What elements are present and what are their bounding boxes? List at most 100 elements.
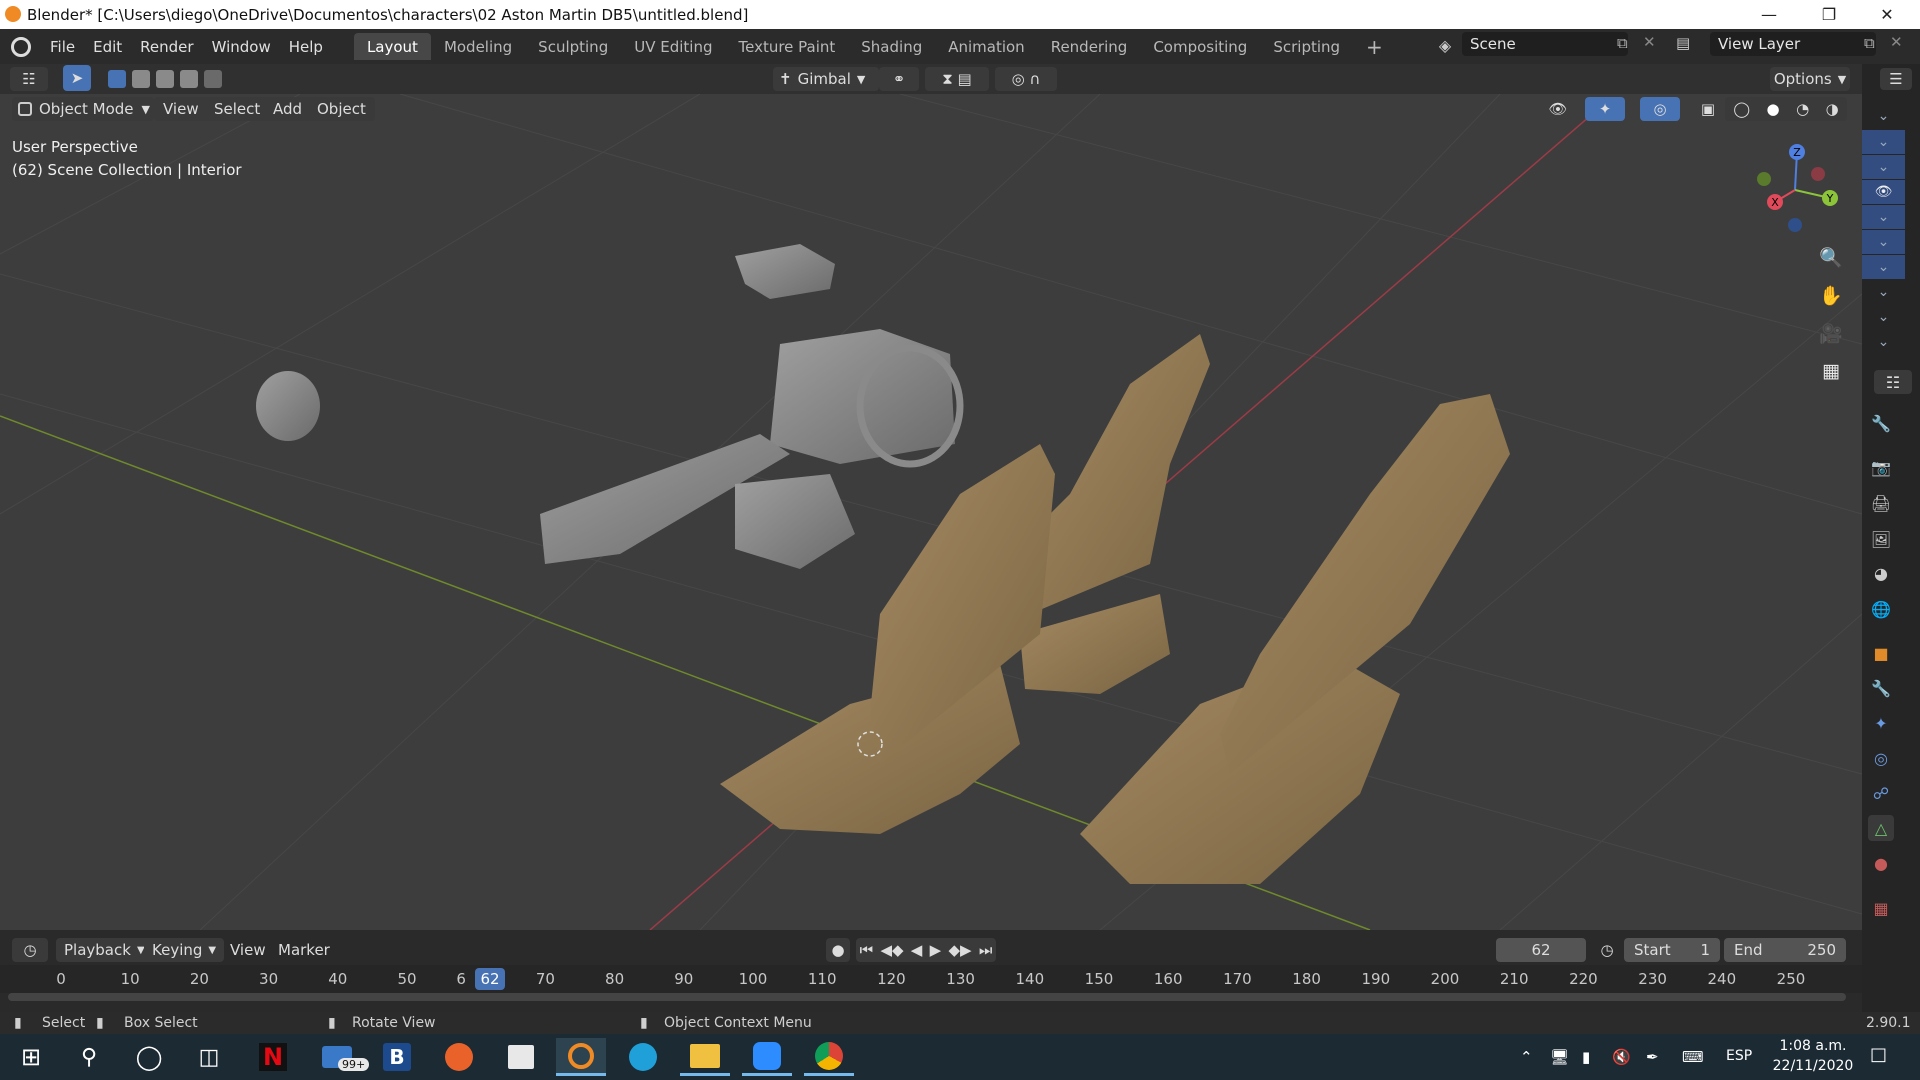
clock[interactable]: 1:08 a.m. 22/11/2020 (1768, 1036, 1858, 1076)
outliner-row[interactable]: ⌄ (1862, 104, 1905, 128)
modifier-properties-icon[interactable]: 🔧 (1868, 675, 1894, 701)
rearview-mirror-object[interactable] (735, 244, 835, 299)
tool-properties-icon[interactable]: 🔧 (1868, 410, 1894, 436)
outliner-row[interactable]: ⌄ (1862, 130, 1905, 154)
pivot-point-icon[interactable]: ⚭ (879, 67, 919, 91)
outliner-row[interactable]: ⌄ (1862, 205, 1905, 229)
menu-render[interactable]: Render (131, 34, 202, 60)
jump-end-icon[interactable]: ⏭ (979, 941, 993, 959)
data-properties-icon[interactable]: △ (1868, 815, 1894, 841)
select-menu[interactable]: Select (205, 97, 270, 121)
transform-orientation-dropdown[interactable]: ✝ Gimbal ▼ (773, 67, 879, 91)
blender-taskbar-icon[interactable] (556, 1038, 606, 1076)
play-icon[interactable]: ▶ (930, 941, 942, 959)
select-subtract-icon[interactable] (156, 70, 174, 88)
object-menu[interactable]: Object (308, 97, 375, 121)
add-menu[interactable]: Add (264, 97, 312, 121)
mirror-object[interactable] (256, 371, 320, 441)
select-new-icon[interactable] (108, 70, 126, 88)
tray-chevron-icon[interactable]: ⌃ (1520, 1048, 1533, 1066)
outliner-filter-icon[interactable]: ☰ (1880, 68, 1912, 90)
current-frame-field[interactable]: 62 (1496, 938, 1586, 962)
tab-shading[interactable]: Shading (848, 33, 935, 60)
timeline-scrollbar[interactable] (8, 993, 1846, 1001)
booking-icon[interactable]: B (372, 1038, 422, 1076)
playback-controls[interactable]: ⏮ ◀◆ ◀ ▶ ◆▶ ⏭ (856, 938, 996, 962)
physics-properties-icon[interactable]: ◎ (1868, 745, 1894, 771)
select-tool-icon[interactable]: ➤ (63, 65, 91, 91)
language-indicator[interactable]: ESP (1726, 1048, 1752, 1064)
volume-muted-icon[interactable]: 🔇 (1612, 1048, 1631, 1066)
ortho-toggle-icon[interactable]: ▦ (1814, 354, 1848, 388)
outliner-row[interactable]: ⌄ (1862, 255, 1905, 279)
timeline-view-menu[interactable]: View (222, 938, 274, 962)
visibility-eye-icon[interactable]: 👁 (1540, 97, 1576, 121)
outliner-row[interactable]: ⌄ (1862, 155, 1905, 179)
store-icon[interactable] (496, 1038, 546, 1076)
zoom-app-icon[interactable] (742, 1038, 792, 1076)
tab-sculpting[interactable]: Sculpting (525, 33, 621, 60)
jump-start-icon[interactable]: ⏮ (860, 941, 874, 959)
tab-uv-editing[interactable]: UV Editing (621, 33, 725, 60)
navigation-gizmo[interactable]: Z Y X (1745, 140, 1845, 240)
scene-properties-icon[interactable]: ◕ (1868, 560, 1894, 586)
end-frame-field[interactable]: End 250 (1724, 938, 1846, 962)
view-layer-field[interactable]: View Layer (1710, 32, 1876, 56)
select-invert-icon[interactable] (180, 70, 198, 88)
prev-keyframe-icon[interactable]: ◀◆ (880, 941, 903, 959)
new-scene-icon[interactable]: ⧉ (1617, 34, 1628, 52)
next-keyframe-icon[interactable]: ◆▶ (948, 941, 971, 959)
select-intersect-icon[interactable] (204, 70, 222, 88)
properties-editor-icon[interactable]: ☷ (1874, 370, 1912, 394)
task-view-icon[interactable]: ◫ (184, 1038, 234, 1076)
console-base-object[interactable] (735, 474, 855, 569)
pen-icon[interactable]: ✒ (1646, 1048, 1659, 1066)
firefox-icon[interactable] (434, 1038, 484, 1076)
snap-icon[interactable]: ⧗ ▤ (925, 67, 989, 91)
tab-texture-paint[interactable]: Texture Paint (725, 33, 848, 60)
zoom-icon[interactable]: 🔍 (1814, 240, 1848, 274)
playhead[interactable]: 62 (475, 968, 505, 990)
render-properties-icon[interactable]: 📷 (1868, 454, 1894, 480)
object-properties-icon[interactable]: ■ (1868, 640, 1894, 666)
menu-edit[interactable]: Edit (84, 34, 131, 60)
restore-button[interactable]: ❐ (1800, 0, 1858, 29)
search-icon[interactable]: ⚲ (64, 1038, 114, 1076)
tab-scripting[interactable]: Scripting (1260, 33, 1353, 60)
record-icon[interactable]: ● (826, 938, 850, 962)
mail-icon[interactable]: 99+ (312, 1038, 370, 1076)
delete-view-layer-icon[interactable]: ✕ (1890, 33, 1903, 51)
new-view-layer-icon[interactable]: ⧉ (1864, 34, 1875, 52)
constraint-properties-icon[interactable]: ☍ (1868, 780, 1894, 806)
minimize-button[interactable]: — (1740, 0, 1798, 29)
seat-rear-backrest[interactable] (1030, 334, 1210, 614)
seat-rear-base[interactable] (1020, 594, 1170, 694)
menu-window[interactable]: Window (203, 34, 280, 60)
network-icon[interactable]: 🖥 (1550, 1048, 1569, 1066)
blender-menu-icon[interactable] (11, 36, 31, 57)
battery-icon[interactable]: ▮ (1582, 1048, 1590, 1066)
particle-properties-icon[interactable]: ✦ (1868, 710, 1894, 736)
outliner-row[interactable]: ⌄ (1862, 280, 1905, 304)
view-layer-icon[interactable]: ▤ (1676, 34, 1690, 52)
material-properties-icon[interactable]: ● (1868, 850, 1894, 876)
proportional-editing-icon[interactable]: ◎ ∩ (995, 67, 1057, 91)
scene-field[interactable]: Scene (1462, 32, 1628, 56)
windows-start-icon[interactable]: ⊞ (6, 1038, 56, 1076)
material-shading-icon[interactable]: ◔ (1796, 100, 1809, 118)
rendered-shading-icon[interactable]: ◑ (1826, 100, 1839, 118)
edge-icon[interactable] (618, 1038, 668, 1076)
add-workspace-icon[interactable]: + (1353, 33, 1396, 60)
output-properties-icon[interactable]: 🖨 (1868, 490, 1894, 516)
delete-scene-icon[interactable]: ✕ (1643, 33, 1656, 51)
play-reverse-icon[interactable]: ◀ (911, 941, 923, 959)
menu-help[interactable]: Help (280, 34, 332, 60)
timeline-editor-type-icon[interactable]: ◷ (12, 938, 48, 962)
tab-modeling[interactable]: Modeling (431, 33, 525, 60)
solid-shading-icon[interactable]: ● (1767, 100, 1780, 118)
scene-selector-icon[interactable]: ◈ (1430, 32, 1460, 58)
options-dropdown[interactable]: Options ▼ (1770, 67, 1850, 91)
playback-menu[interactable]: Playback ▼ (56, 938, 153, 962)
file-explorer-icon[interactable] (680, 1038, 730, 1076)
tab-compositing[interactable]: Compositing (1140, 33, 1260, 60)
